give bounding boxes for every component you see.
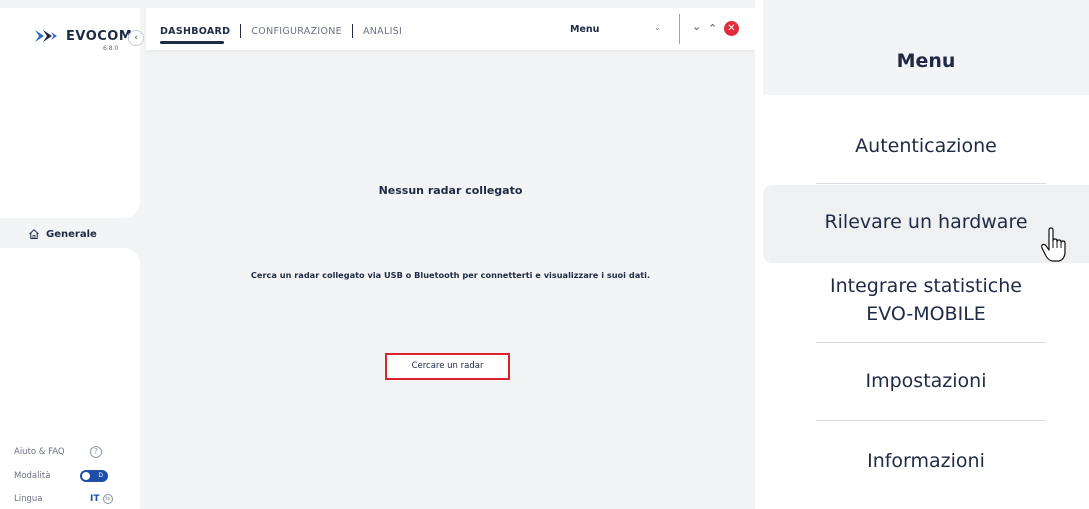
brand-name: EVOCOM	[66, 28, 133, 44]
chevron-down-icon[interactable]: ⌄	[654, 23, 661, 32]
tab-separator	[240, 24, 242, 38]
menu-title: Menu	[896, 50, 956, 72]
page-description: Cerca un radar collegato via USB o Bluet…	[250, 270, 651, 280]
sidebar-top-panel: EVOCOM 6.8.0	[0, 8, 140, 218]
mode-label: Modalità	[14, 471, 51, 481]
toggle-text: D	[98, 472, 103, 479]
tab-separator	[351, 24, 353, 38]
chevron-left-icon: ‹	[134, 33, 138, 43]
version-label: 6.8.0	[103, 45, 119, 52]
close-button[interactable]: ✕	[724, 21, 739, 36]
mode-row: Modalità D	[14, 470, 108, 482]
evocom-logo-icon	[35, 30, 57, 42]
collapse-sidebar-button[interactable]: ‹	[128, 30, 144, 46]
divider	[679, 14, 680, 44]
language-row[interactable]: Lingua IT ⇆	[14, 494, 113, 504]
sidebar-item-generale[interactable]: Generale	[14, 220, 140, 248]
tab-bar: DASHBOARD CONFIGURAZIONE ANALISI	[160, 24, 402, 44]
menu-item-integrare-statistiche[interactable]: Integrare statistiche EVO-MOBILE	[763, 273, 1089, 328]
tab-analisi[interactable]: ANALISI	[363, 26, 402, 37]
question-icon: ?	[90, 446, 102, 458]
sidebar-item-label: Generale	[46, 228, 97, 240]
maximize-icon[interactable]: ⌃	[708, 22, 717, 35]
language-label: Lingua	[14, 494, 43, 504]
minimize-icon[interactable]: ⌄	[692, 20, 701, 33]
menu-divider	[816, 183, 1046, 184]
menu-item-impostazioni[interactable]: Impostazioni	[763, 368, 1089, 396]
home-icon	[29, 229, 39, 239]
top-bar: DASHBOARD CONFIGURAZIONE ANALISI Menu ⌄ …	[146, 8, 755, 50]
help-label: Aiuto & FAQ	[14, 447, 65, 457]
tab-dashboard[interactable]: DASHBOARD	[160, 26, 230, 44]
menu-item-informazioni[interactable]: Informazioni	[763, 448, 1089, 476]
hand-pointer-icon	[1041, 227, 1066, 262]
menu-divider	[816, 342, 1046, 343]
page-title: Nessun radar collegato	[378, 184, 523, 197]
menu-item-autenticazione[interactable]: Autenticazione	[763, 133, 1089, 161]
menu-header: Menu	[763, 0, 1089, 95]
menu-select[interactable]: Menu	[570, 24, 599, 35]
sidebar: EVOCOM 6.8.0 ‹ Generale Aiuto & FAQ ? Mo…	[0, 0, 144, 509]
mode-toggle[interactable]: D	[80, 470, 108, 482]
tab-configurazione[interactable]: CONFIGURAZIONE	[251, 26, 342, 37]
logo: EVOCOM	[34, 28, 132, 44]
app-window: EVOCOM 6.8.0 ‹ Generale Aiuto & FAQ ? Mo…	[0, 0, 755, 509]
menu-divider	[816, 420, 1046, 421]
help-row[interactable]: Aiuto & FAQ ?	[14, 446, 102, 458]
toggle-knob	[82, 472, 90, 480]
language-icon: ⇆	[102, 494, 113, 504]
menu-list: Autenticazione Rilevare un hardware Inte…	[763, 95, 1089, 509]
language-value: IT	[90, 494, 100, 504]
search-radar-button[interactable]: Cercare un radar	[385, 353, 510, 380]
sidebar-bottom-panel: Aiuto & FAQ ? Modalità D Lingua IT ⇆	[0, 248, 140, 509]
